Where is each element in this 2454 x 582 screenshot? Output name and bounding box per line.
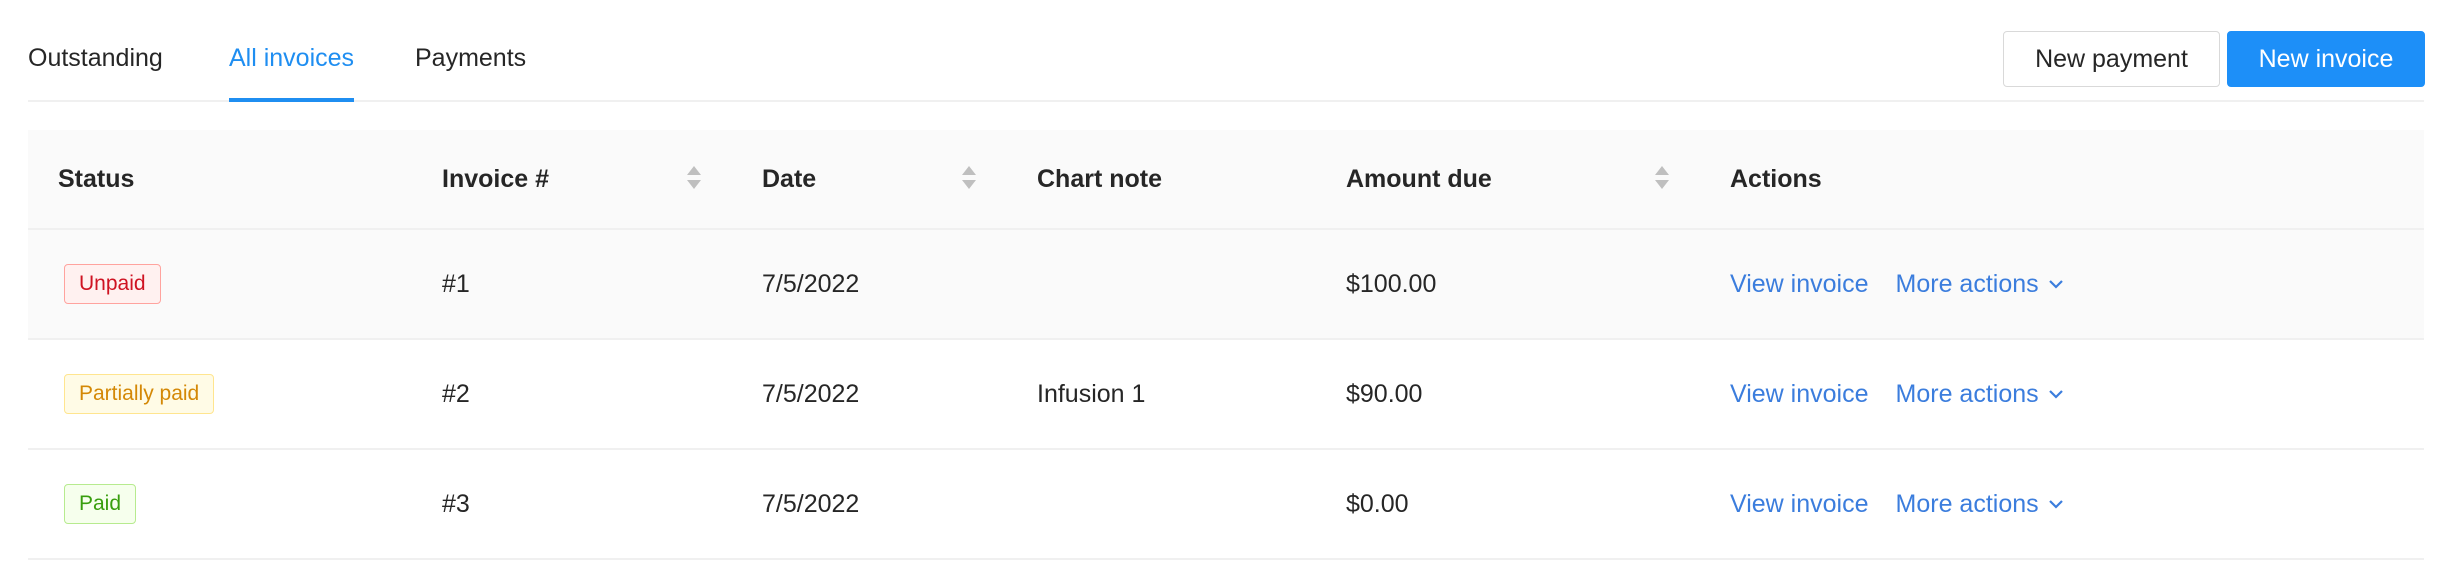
sort-invoice-number-icon[interactable] — [687, 166, 701, 192]
invoice-number: #1 — [442, 269, 470, 298]
view-invoice-link[interactable]: View invoice — [1730, 380, 1869, 409]
table-header: Status Invoice # Date Chart note Amount … — [28, 130, 2424, 230]
invoice-number: #2 — [442, 379, 470, 408]
invoice-date: 7/5/2022 — [762, 269, 860, 298]
invoice-date: 7/5/2022 — [762, 489, 860, 518]
status-cell: Unpaid — [64, 230, 161, 338]
column-header-amount-due[interactable]: Amount due — [1346, 130, 1492, 228]
tab-all-invoices[interactable]: All invoices — [229, 44, 355, 102]
sort-amount-due-icon[interactable] — [1655, 166, 1669, 192]
more-actions-label: More actions — [1895, 269, 2039, 298]
invoice-number: #3 — [442, 489, 470, 518]
chevron-down-icon — [2048, 500, 2063, 509]
amount-due: $100.00 — [1346, 269, 1437, 298]
sort-date-icon[interactable] — [962, 166, 976, 192]
status-cell: Paid — [64, 450, 137, 558]
amount-due: $0.00 — [1346, 489, 1409, 518]
chevron-down-icon — [2048, 280, 2063, 289]
tab-payments[interactable]: Payments — [415, 44, 526, 100]
invoices-table: Status Invoice # Date Chart note Amount … — [28, 130, 2424, 560]
status-badge: Partially paid — [64, 374, 215, 414]
view-invoice-link[interactable]: View invoice — [1730, 490, 1869, 519]
actions-cell: View invoice More actions — [1730, 230, 2065, 338]
more-actions-dropdown[interactable]: More actions — [1896, 490, 2065, 519]
view-invoice-link[interactable]: View invoice — [1730, 270, 1869, 299]
chart-note: Infusion 1 — [1037, 379, 1146, 408]
table-row: Partially paid #2 7/5/2022 Infusion 1 $9… — [28, 340, 2424, 450]
status-badge: Unpaid — [64, 264, 161, 304]
status-cell: Partially paid — [64, 340, 215, 448]
actions-cell: View invoice More actions — [1730, 340, 2065, 448]
table-row: Unpaid #1 7/5/2022 $100.00 View invoice … — [28, 230, 2424, 340]
amount-due: $90.00 — [1346, 379, 1423, 408]
new-invoice-button[interactable]: New invoice — [2227, 31, 2425, 87]
more-actions-label: More actions — [1895, 379, 2039, 408]
column-header-date[interactable]: Date — [762, 130, 816, 228]
column-header-status: Status — [58, 164, 135, 193]
tab-outstanding[interactable]: Outstanding — [28, 44, 163, 100]
column-header-chart-note: Chart note — [1037, 164, 1162, 193]
more-actions-dropdown[interactable]: More actions — [1896, 380, 2065, 409]
column-header-invoice-number[interactable]: Invoice # — [442, 130, 549, 228]
chevron-down-icon — [2048, 390, 2063, 399]
table-row: Paid #3 7/5/2022 $0.00 View invoice More… — [28, 450, 2424, 560]
status-badge: Paid — [64, 484, 137, 524]
invoice-date: 7/5/2022 — [762, 379, 860, 408]
new-payment-button[interactable]: New payment — [2003, 31, 2220, 87]
actions-cell: View invoice More actions — [1730, 450, 2065, 558]
column-header-actions: Actions — [1730, 164, 1822, 193]
more-actions-label: More actions — [1895, 489, 2039, 518]
more-actions-dropdown[interactable]: More actions — [1896, 270, 2065, 299]
